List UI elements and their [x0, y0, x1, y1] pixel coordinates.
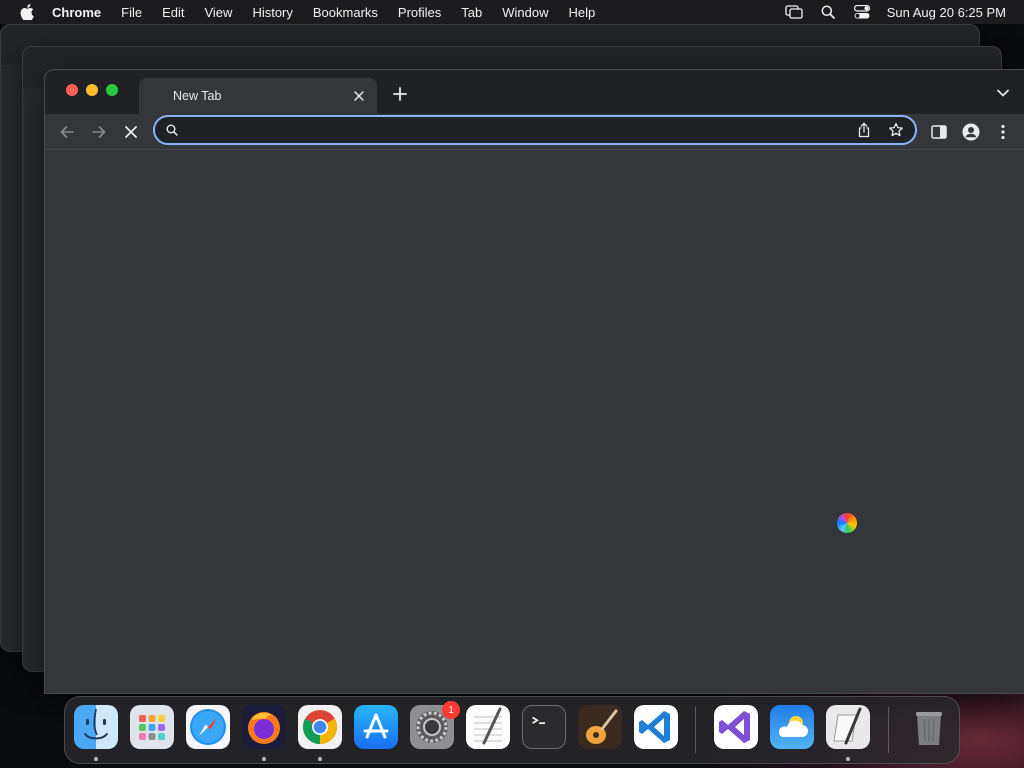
close-icon: [125, 126, 137, 138]
menu-tab[interactable]: Tab: [451, 5, 492, 20]
chrome-window: New Tab: [44, 69, 1024, 694]
tab-close-icon[interactable]: [351, 88, 367, 104]
safari-compass-icon: [190, 709, 226, 745]
kebab-menu-icon: [1001, 124, 1005, 140]
profile-avatar-icon: [962, 123, 980, 141]
screen-mirroring-icon[interactable]: [784, 4, 804, 20]
address-input[interactable]: [187, 120, 855, 140]
firefox-icon: [248, 712, 280, 744]
menu-profiles[interactable]: Profiles: [388, 5, 451, 20]
dock-trash[interactable]: [907, 705, 951, 749]
menu-edit[interactable]: Edit: [152, 5, 194, 20]
menu-bar: Chrome File Edit View History Bookmarks …: [0, 0, 1024, 24]
window-zoom-button[interactable]: [106, 84, 118, 96]
browser-toolbar: [45, 114, 1024, 150]
chrome-menu-button[interactable]: [993, 122, 1013, 142]
chrome-icon: [303, 710, 337, 744]
menu-clock[interactable]: Sun Aug 20 6:25 PM: [887, 5, 1006, 20]
tab-search-button[interactable]: [996, 87, 1010, 99]
tab-title: New Tab: [173, 89, 222, 103]
guitar-icon: [586, 709, 618, 744]
profile-button[interactable]: [961, 122, 981, 142]
dock-visual-studio[interactable]: [714, 705, 758, 749]
address-bar[interactable]: [153, 115, 917, 145]
dock-safari[interactable]: [186, 705, 230, 749]
busy-spinner-cursor-icon: [837, 513, 857, 533]
menu-help[interactable]: Help: [559, 5, 606, 20]
trash-icon: [916, 712, 942, 745]
chevron-down-icon: [997, 89, 1009, 97]
menu-app-name[interactable]: Chrome: [52, 5, 111, 20]
window-controls: [66, 84, 118, 96]
finder-icon: [84, 708, 108, 740]
menu-view[interactable]: View: [194, 5, 242, 20]
script-editor-icon: [833, 707, 862, 745]
tab-new-tab[interactable]: New Tab: [139, 78, 377, 114]
terminal-icon: [532, 716, 545, 724]
forward-button[interactable]: [89, 122, 109, 142]
bookmark-star-icon[interactable]: [887, 121, 905, 139]
window-minimize-button[interactable]: [86, 84, 98, 96]
dock-terminal[interactable]: [522, 705, 566, 749]
page-content[interactable]: [45, 150, 1024, 693]
dock-running-indicator: [318, 757, 322, 761]
dock-separator: [888, 707, 889, 753]
window-close-button[interactable]: [66, 84, 78, 96]
arrow-right-icon: [92, 126, 106, 138]
dock-running-indicator: [262, 757, 266, 761]
menu-bookmarks[interactable]: Bookmarks: [303, 5, 388, 20]
arrow-left-icon: [60, 126, 74, 138]
search-icon: [165, 123, 179, 137]
visual-studio-icon: [719, 711, 750, 743]
share-icon[interactable]: [855, 121, 873, 139]
weather-cloud-icon: [778, 716, 808, 737]
stop-loading-button[interactable]: [121, 122, 141, 142]
tab-strip: New Tab: [45, 70, 1024, 114]
apple-menu-icon[interactable]: [18, 4, 36, 20]
dock-separator: [695, 707, 696, 753]
dock-script-editor[interactable]: [826, 705, 870, 749]
new-tab-button[interactable]: [391, 85, 409, 103]
dock-running-indicator: [94, 757, 98, 761]
spotlight-search-icon[interactable]: [818, 4, 838, 20]
dock: 1: [64, 696, 960, 764]
dock-weather[interactable]: [770, 705, 814, 749]
dock-app-store[interactable]: [354, 705, 398, 749]
menu-file[interactable]: File: [111, 5, 152, 20]
side-panel-button[interactable]: [929, 122, 949, 142]
dock-launchpad[interactable]: [130, 705, 174, 749]
menu-window[interactable]: Window: [492, 5, 558, 20]
side-panel-icon: [931, 125, 947, 139]
plus-icon: [393, 87, 407, 101]
dock-chrome[interactable]: [298, 705, 342, 749]
back-button[interactable]: [57, 122, 77, 142]
app-store-icon: [363, 713, 389, 739]
textedit-icon: [474, 707, 502, 745]
notification-badge: 1: [442, 701, 460, 719]
dock-textedit[interactable]: [466, 705, 510, 749]
launchpad-icon: [139, 715, 165, 740]
dock-garageband[interactable]: [578, 705, 622, 749]
menu-history[interactable]: History: [242, 5, 302, 20]
dock-firefox[interactable]: [242, 705, 286, 749]
vscode-icon: [639, 711, 670, 743]
dock-vscode[interactable]: [634, 705, 678, 749]
control-center-icon[interactable]: [852, 4, 872, 20]
dock-finder[interactable]: [74, 705, 118, 749]
dock-running-indicator: [846, 757, 850, 761]
